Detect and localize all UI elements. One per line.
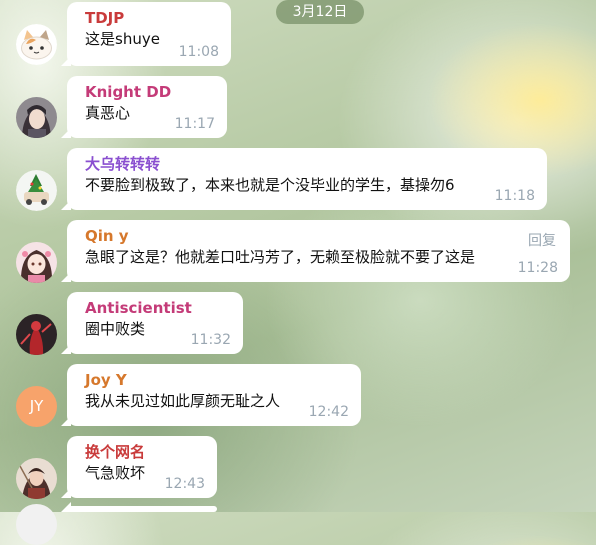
message-time: 11:08 [178,44,219,60]
message-time: 11:28 [517,260,558,276]
sender-name[interactable]: TDJP [85,8,219,28]
message-time: 11:17 [174,116,215,132]
message-bubble[interactable]: Joy Y 我从未见过如此厚颜无耻之人 12:42 [61,364,361,426]
avatar[interactable] [16,170,57,211]
message-bubble[interactable]: 换个网名 气急败坏 12:43 [61,436,217,498]
message-time: 11:18 [494,188,535,204]
message-time: 12:42 [308,404,349,420]
anime-girl-avatar-icon [16,97,57,138]
message-bubble[interactable]: Qin y 回复 急眼了这是？他就差口吐冯芳了，无赖至极脸就不要了这是 11:2… [61,220,570,282]
anime-girl-pink-avatar-icon [16,242,57,283]
reply-button[interactable]: 回复 [528,230,556,250]
message-time: 12:43 [164,476,205,492]
avatar-initials: JY [29,397,44,415]
sender-name[interactable]: Knight DD [85,82,215,102]
message-bubble[interactable] [61,502,217,512]
message-bubble[interactable]: 大乌转转转 不要脸到极致了，本来也就是个没毕业的学生，基操勿6 11:18 [61,148,547,210]
avatar[interactable] [16,242,57,283]
message-text: 不要脸到极致了，本来也就是个没毕业的学生，基操勿6 [85,176,455,194]
avatar[interactable] [16,97,57,138]
avatar[interactable] [16,314,57,355]
sender-name[interactable]: Antiscientist [85,298,231,318]
message-bubble[interactable]: Knight DD 真恶心 11:17 [61,76,227,138]
message-bubble[interactable]: Antiscientist 圈中败类 11:32 [61,292,243,354]
warrior-avatar-icon [16,458,57,499]
date-badge: 3月12日 [276,0,364,24]
avatar[interactable] [16,458,57,499]
message-text: 急眼了这是？他就差口吐冯芳了，无赖至极脸就不要了这是 [85,248,476,266]
sender-name[interactable]: 大乌转转转 [85,154,535,174]
message-bubble[interactable]: TDJP 这是shuye 11:08 [61,2,231,66]
avatar[interactable] [16,504,57,545]
red-figure-avatar-icon [16,314,57,355]
message-time: 11:32 [190,332,231,348]
car-avatar-icon [16,170,57,211]
sender-name[interactable]: Qin y [85,226,558,246]
cat-avatar-icon [16,24,57,65]
sender-name[interactable]: Joy Y [85,370,349,390]
avatar[interactable] [16,24,57,65]
sender-name[interactable]: 换个网名 [85,442,205,462]
avatar[interactable]: JY [16,386,57,427]
